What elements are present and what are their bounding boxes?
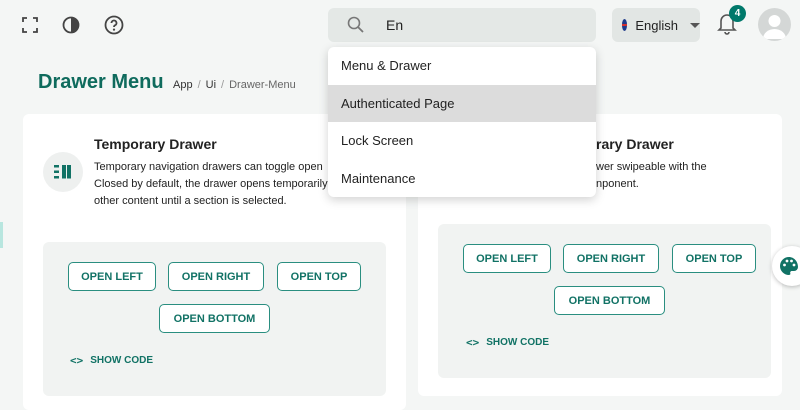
- notification-badge: 4: [729, 5, 746, 22]
- sidebar-edge-indicator: [0, 222, 3, 248]
- language-select[interactable]: English: [612, 8, 700, 42]
- open-left-button[interactable]: OPEN LEFT: [463, 244, 551, 273]
- palette-icon: [780, 257, 798, 275]
- search-icon: [346, 15, 366, 40]
- open-top-button[interactable]: OPEN TOP: [672, 244, 756, 273]
- search-result-item-highlighted[interactable]: Authenticated Page: [328, 84, 596, 122]
- search-result-item[interactable]: Menu & Drawer: [328, 47, 596, 85]
- open-top-button[interactable]: OPEN TOP: [277, 262, 361, 291]
- show-code-label: SHOW CODE: [486, 337, 550, 348]
- open-left-button[interactable]: OPEN LEFT: [68, 262, 156, 291]
- code-icon: <>: [70, 354, 84, 367]
- search-result-item[interactable]: Maintenance: [328, 160, 596, 198]
- uk-flag-icon: [622, 19, 628, 31]
- search-bar: [328, 8, 596, 42]
- open-bottom-button[interactable]: OPEN BOTTOM: [159, 304, 270, 333]
- card-title: rary Drawer: [596, 136, 674, 152]
- breadcrumb-current: Drawer-Menu: [229, 79, 296, 91]
- code-icon: <>: [466, 336, 480, 349]
- show-code-button[interactable]: <> SHOW CODE: [70, 354, 153, 367]
- breadcrumb-app[interactable]: App: [173, 79, 193, 91]
- contrast-icon[interactable]: [58, 12, 84, 38]
- open-bottom-button[interactable]: OPEN BOTTOM: [554, 286, 665, 315]
- chevron-down-icon: [690, 22, 700, 28]
- show-code-label: SHOW CODE: [90, 355, 154, 366]
- page-title: Drawer Menu: [38, 71, 164, 93]
- help-icon[interactable]: [101, 12, 127, 38]
- search-results-dropdown: Menu & Drawer Authenticated Page Lock Sc…: [328, 47, 596, 197]
- search-result-item[interactable]: Lock Screen: [328, 122, 596, 160]
- search-input[interactable]: [386, 8, 576, 42]
- fullscreen-icon[interactable]: [17, 12, 43, 38]
- card-description: wer swipeable with the nponent.: [596, 161, 707, 190]
- demo-area: OPEN LEFT OPEN RIGHT OPEN TOP OPEN BOTTO…: [43, 242, 386, 396]
- drawer-icon: [43, 152, 83, 192]
- open-right-button[interactable]: OPEN RIGHT: [168, 262, 264, 291]
- demo-area: OPEN LEFT OPEN RIGHT OPEN TOP OPEN BOTTO…: [438, 224, 771, 378]
- show-code-button[interactable]: <> SHOW CODE: [466, 336, 549, 349]
- avatar[interactable]: [758, 8, 791, 41]
- top-bar: English 4: [0, 0, 800, 50]
- language-label: English: [635, 17, 678, 33]
- card-title: Temporary Drawer: [94, 136, 217, 152]
- open-right-button[interactable]: OPEN RIGHT: [563, 244, 659, 273]
- breadcrumb: App / Ui / Drawer-Menu: [173, 79, 296, 91]
- breadcrumb-ui[interactable]: Ui: [206, 79, 216, 91]
